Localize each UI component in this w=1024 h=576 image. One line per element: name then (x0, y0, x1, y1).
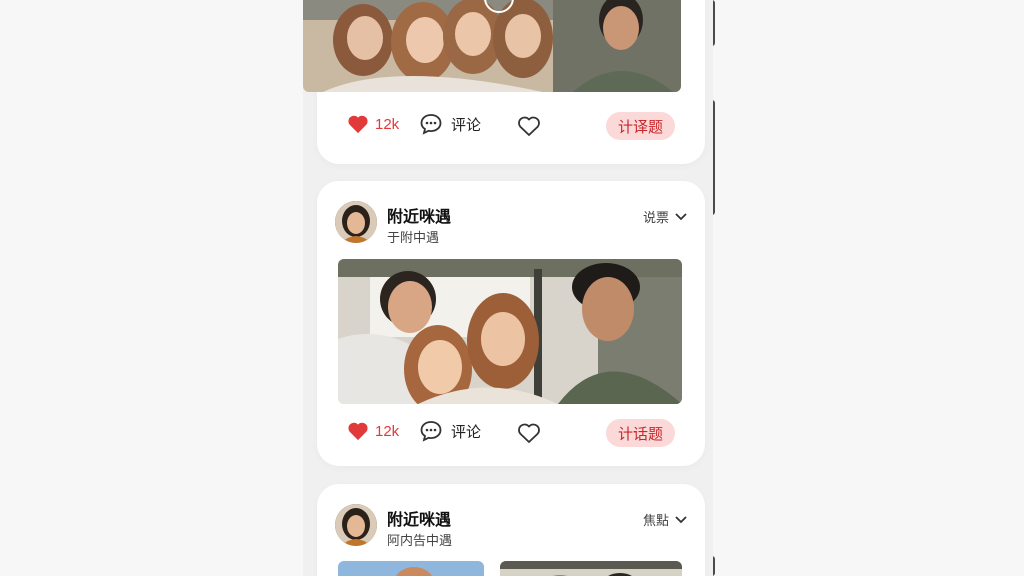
chevron-down-icon (675, 212, 687, 220)
photo-thumbnail-image (500, 561, 682, 576)
post-actions: 12k 评论 计话题 (317, 419, 705, 449)
avatar[interactable] (335, 201, 377, 243)
like-count: 12k (375, 422, 400, 440)
post-header: 附近咪遇 阿内告中遇 焦點 (335, 504, 687, 548)
post-card-top: 12k 评论 计译题 (303, 0, 705, 164)
post-photo[interactable] (303, 0, 681, 92)
comment-bubble-icon (420, 114, 442, 135)
post-card: 附近咪遇 阿内告中遇 焦點 (317, 484, 705, 576)
photo-thumbnail-image (338, 561, 484, 576)
group-photo-image (338, 259, 682, 404)
topic-button[interactable]: 计话题 (606, 419, 676, 447)
like-button[interactable]: 12k (347, 421, 399, 441)
comment-button[interactable]: 评论 (419, 419, 481, 443)
comment-button[interactable]: 评论 (419, 112, 481, 136)
favorite-button[interactable] (517, 115, 541, 137)
sort-dropdown[interactable]: 焦點 (643, 510, 687, 529)
comment-label: 评论 (451, 423, 482, 441)
avatar[interactable] (335, 504, 377, 546)
post-photo-right[interactable] (500, 561, 682, 576)
post-header: 附近咪遇 于附中遇 说票 (335, 201, 687, 245)
sort-label: 焦點 (642, 513, 669, 528)
author-subtitle: 于附中遇 (387, 230, 440, 245)
like-count: 12k (375, 115, 400, 133)
sort-dropdown[interactable]: 说票 (643, 207, 687, 226)
heart-outline-icon (518, 116, 540, 136)
heart-filled-icon (348, 115, 368, 134)
author-name[interactable]: 附近咪遇 (387, 203, 451, 227)
post-actions: 12k 评论 计译题 (317, 112, 705, 142)
phone-screen: 12k 评论 计译题 附近咪遇 于附中遇 说票 12k 评论 计话题 附近咪遇 … (303, 0, 713, 576)
topic-button[interactable]: 计译题 (606, 112, 676, 140)
comment-bubble-icon (420, 421, 442, 442)
author-subtitle: 阿内告中遇 (387, 533, 453, 548)
heart-outline-icon (518, 423, 540, 443)
post-photo-left[interactable] (338, 561, 484, 576)
post-photo[interactable] (338, 259, 682, 404)
group-photo-image (303, 0, 681, 92)
avatar-image (335, 201, 377, 243)
comment-label: 评论 (451, 116, 482, 134)
author-name[interactable]: 附近咪遇 (387, 506, 451, 530)
avatar-image (335, 504, 377, 546)
heart-filled-icon (348, 422, 368, 441)
chevron-down-icon (675, 515, 687, 523)
sort-label: 说票 (642, 210, 669, 225)
favorite-button[interactable] (517, 422, 541, 444)
like-button[interactable]: 12k (347, 114, 399, 134)
post-card: 附近咪遇 于附中遇 说票 12k 评论 计话题 (317, 181, 705, 466)
